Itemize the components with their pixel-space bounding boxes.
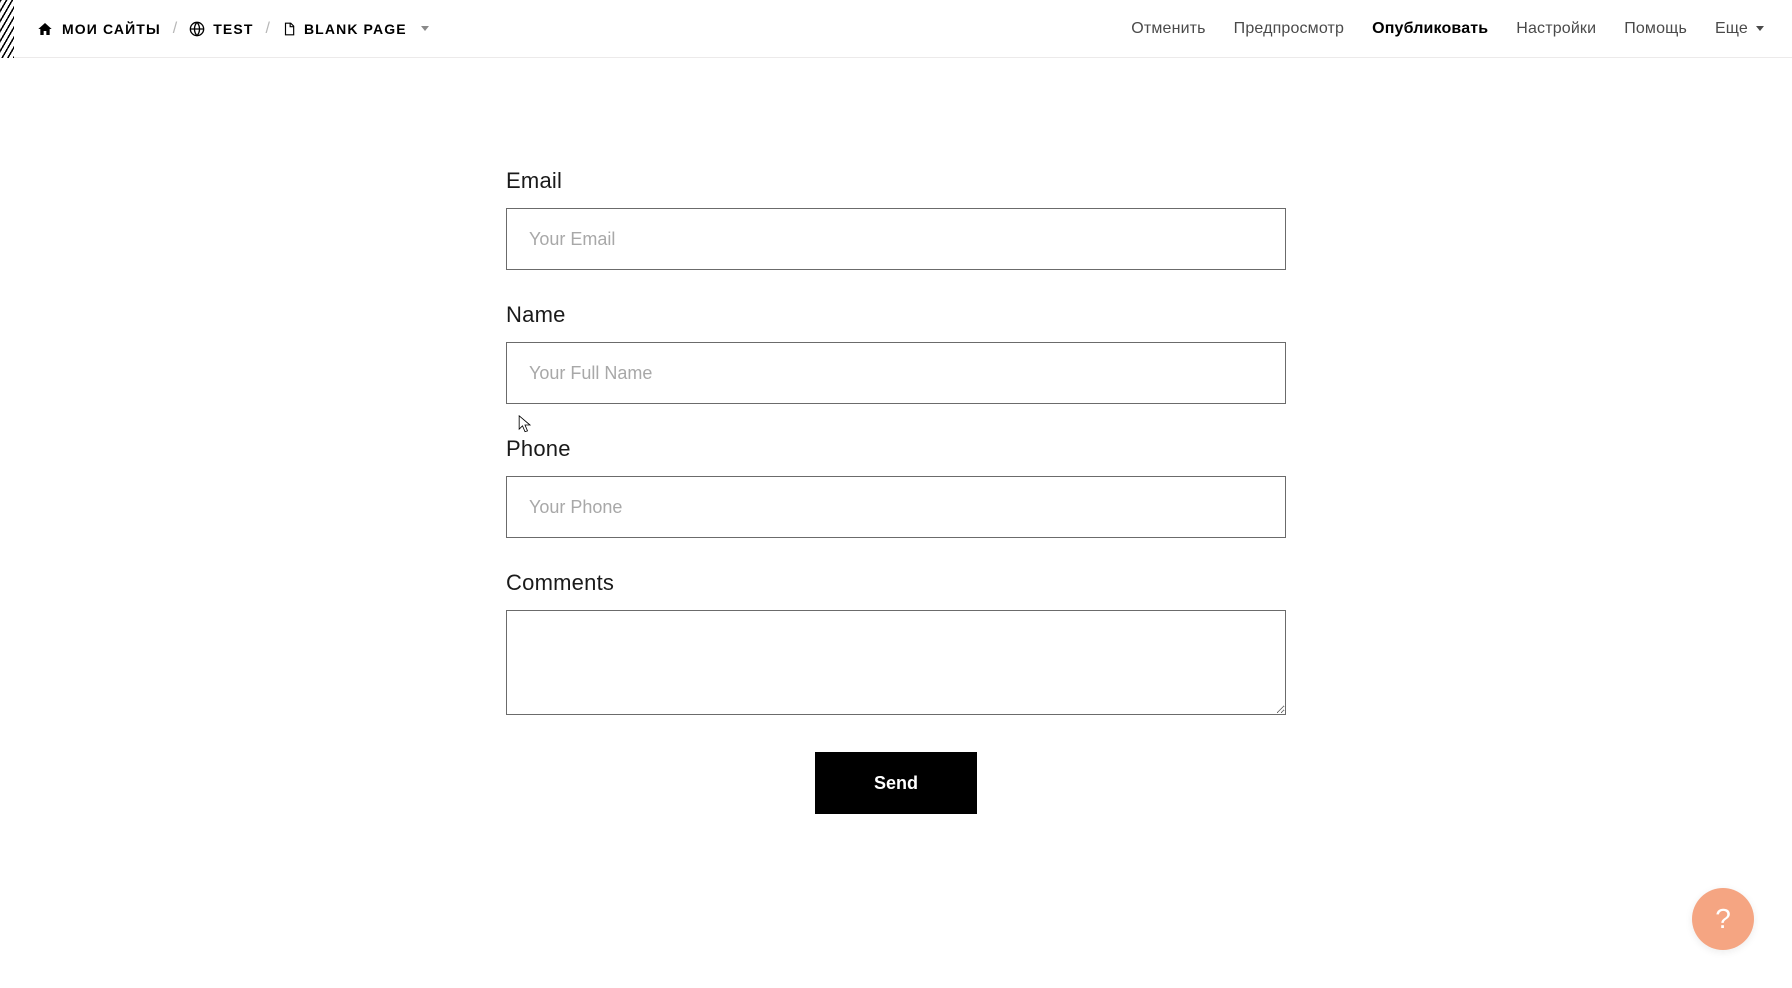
question-icon: ? [1715, 903, 1731, 935]
name-label: Name [506, 302, 1286, 328]
nav-more[interactable]: Еще [1715, 20, 1764, 38]
nav-settings[interactable]: Настройки [1516, 20, 1596, 38]
chevron-down-icon [1756, 26, 1764, 31]
main-canvas: Email Name Phone Comments Send [0, 58, 1792, 814]
contact-form: Email Name Phone Comments Send [506, 168, 1286, 814]
phone-label: Phone [506, 436, 1286, 462]
breadcrumb-separator: / [266, 20, 270, 38]
breadcrumb-my-sites[interactable]: МОИ САЙТЫ [36, 21, 161, 37]
form-group-email: Email [506, 168, 1286, 270]
home-icon [36, 21, 54, 37]
name-field[interactable] [506, 342, 1286, 404]
chevron-down-icon [421, 26, 429, 31]
comments-field[interactable] [506, 610, 1286, 715]
breadcrumb-my-sites-label: МОИ САЙТЫ [62, 21, 161, 37]
breadcrumb: МОИ САЙТЫ / TEST / BLANK PAGE [36, 20, 429, 38]
breadcrumb-site[interactable]: TEST [189, 21, 253, 37]
phone-field[interactable] [506, 476, 1286, 538]
form-group-phone: Phone [506, 436, 1286, 538]
top-header: МОИ САЙТЫ / TEST / BLANK PAGE Отменить П… [0, 0, 1792, 58]
breadcrumb-page-label: BLANK PAGE [304, 21, 407, 37]
nav-undo[interactable]: Отменить [1131, 20, 1205, 38]
nav-more-label: Еще [1715, 20, 1748, 38]
page-icon [282, 21, 296, 37]
nav-publish[interactable]: Опубликовать [1372, 20, 1488, 38]
breadcrumb-page[interactable]: BLANK PAGE [282, 21, 429, 37]
form-group-name: Name [506, 302, 1286, 404]
form-actions: Send [506, 752, 1286, 814]
form-group-comments: Comments [506, 570, 1286, 720]
breadcrumb-separator: / [173, 20, 177, 38]
globe-icon [189, 21, 205, 37]
email-field[interactable] [506, 208, 1286, 270]
nav-help[interactable]: Помощь [1624, 20, 1687, 38]
comments-label: Comments [506, 570, 1286, 596]
help-fab[interactable]: ? [1692, 888, 1754, 950]
brand-stripe [0, 0, 14, 58]
header-nav: Отменить Предпросмотр Опубликовать Настр… [1131, 20, 1764, 38]
nav-preview[interactable]: Предпросмотр [1234, 20, 1344, 38]
email-label: Email [506, 168, 1286, 194]
breadcrumb-site-label: TEST [213, 21, 253, 37]
send-button[interactable]: Send [815, 752, 977, 814]
